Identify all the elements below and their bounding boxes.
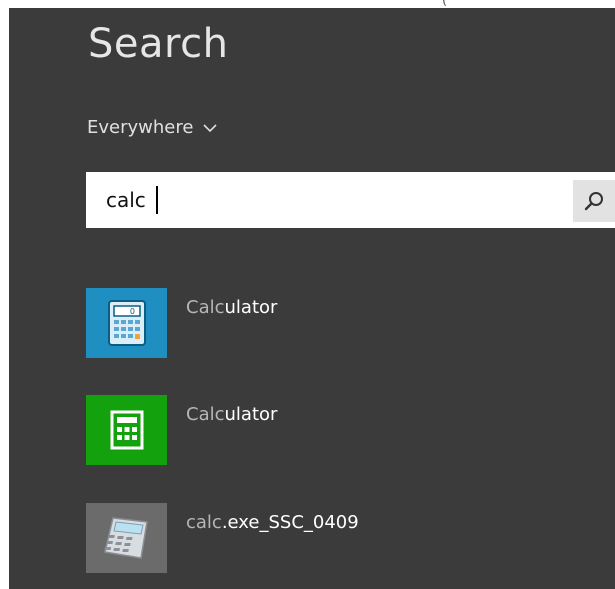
left-margin [0,8,9,589]
result-name: Calculator [186,297,278,318]
calculator-classic-icon [86,503,167,573]
clipped-text-fragment: ( [442,0,448,8]
text-cursor [156,186,158,214]
svg-text:0: 0 [129,307,134,316]
result-name: calc.exe_SSC_0409 [186,512,359,533]
page-title: Search [88,21,229,67]
chevron-down-icon [203,123,218,132]
search-result-item[interactable]: Calculator [86,395,277,465]
search-box [86,172,615,228]
calculator-blue-icon: 0 [86,288,167,358]
search-result-item[interactable]: 0 Calculator [86,288,277,358]
magnifier-icon [584,192,603,211]
result-name: Calculator [186,404,278,425]
top-strip: ( [0,0,615,8]
calculator-green-icon [86,395,167,465]
search-input[interactable] [86,172,615,228]
search-scope-label: Everywhere [87,117,194,138]
search-scope-dropdown[interactable]: Everywhere [87,117,219,138]
search-button[interactable] [573,180,615,222]
search-result-item[interactable]: calc.exe_SSC_0409 [86,503,359,573]
search-pane: Search Everywhere 0 [9,8,615,589]
